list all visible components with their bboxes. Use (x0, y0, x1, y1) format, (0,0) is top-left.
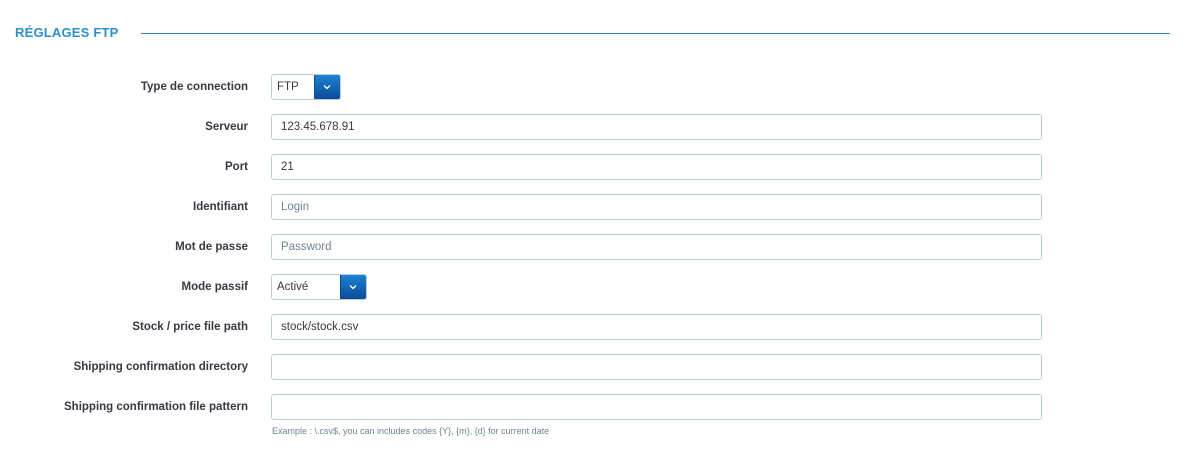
row-login: Identifiant (0, 194, 1190, 220)
shipping-dir-input[interactable] (271, 354, 1042, 380)
shipping-pattern-input[interactable] (271, 394, 1042, 420)
port-input[interactable] (271, 154, 1042, 180)
connection-type-select[interactable]: FTP (271, 74, 341, 100)
row-shipping-pattern: Shipping confirmation file pattern (0, 394, 1190, 420)
connection-type-value: FTP (277, 81, 299, 93)
password-label: Mot de passe (175, 241, 248, 253)
password-input[interactable] (271, 234, 1042, 260)
chevron-down-icon[interactable] (314, 75, 340, 99)
shipping-pattern-help: Example : \.csv$, you can includes codes… (272, 426, 550, 436)
login-input[interactable] (271, 194, 1042, 220)
section-title: RÉGLAGES FTP (15, 25, 119, 40)
port-label: Port (225, 161, 248, 173)
shipping-dir-label: Shipping confirmation directory (73, 361, 248, 373)
server-input[interactable] (271, 114, 1042, 140)
passive-mode-value: Activé (277, 281, 309, 293)
row-passive-mode: Mode passif Activé (0, 274, 1190, 300)
passive-mode-select[interactable]: Activé (271, 274, 367, 300)
row-stock-path: Stock / price file path (0, 314, 1190, 340)
server-label: Serveur (205, 121, 248, 133)
passive-mode-label: Mode passif (181, 281, 248, 293)
connection-type-label: Type de connection (140, 81, 248, 93)
login-label: Identifiant (193, 201, 248, 213)
row-shipping-dir: Shipping confirmation directory (0, 354, 1190, 380)
chevron-down-icon[interactable] (340, 275, 366, 299)
section-header: RÉGLAGES FTP (15, 22, 1170, 44)
section-divider (141, 33, 1170, 34)
stock-path-input[interactable] (271, 314, 1042, 340)
shipping-pattern-label: Shipping confirmation file pattern (64, 401, 248, 413)
stock-path-label: Stock / price file path (132, 321, 248, 333)
row-port: Port (0, 154, 1190, 180)
row-password: Mot de passe (0, 234, 1190, 260)
row-connection-type: Type de connection FTP (0, 74, 1190, 100)
row-server: Serveur (0, 114, 1190, 140)
